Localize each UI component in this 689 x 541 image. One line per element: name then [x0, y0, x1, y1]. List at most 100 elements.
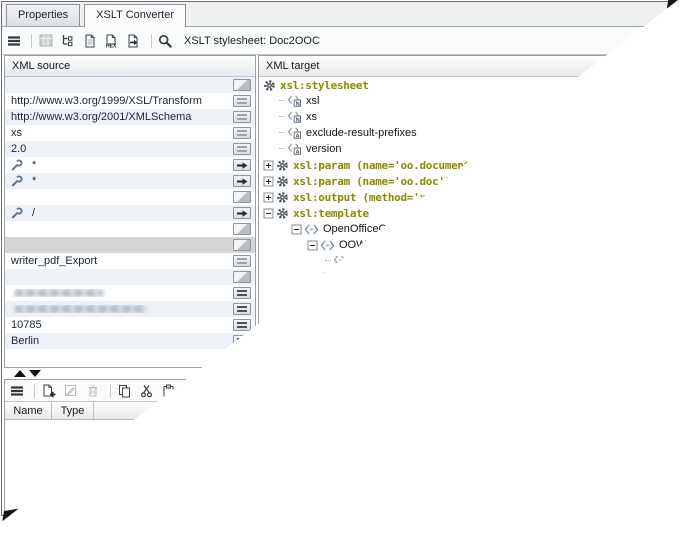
target-tree-row[interactable]: xsl:output (method='xml' encoding='UTF-8…: [259, 189, 670, 205]
target-tree-row[interactable]: xsl:stylesheet: [259, 77, 670, 93]
expander-collapsed-icon[interactable]: [323, 336, 334, 347]
edit-button[interactable]: [63, 382, 82, 400]
document-export-button[interactable]: [126, 32, 145, 50]
document-button[interactable]: [82, 32, 101, 50]
expander-collapsed-icon[interactable]: [263, 176, 274, 187]
tree-button[interactable]: [60, 32, 79, 50]
document-export-button[interactable]: [355, 382, 374, 400]
source-value: *: [5, 175, 229, 187]
mapping-button-equals[interactable]: [233, 287, 251, 299]
mapping-button-arrow[interactable]: [233, 159, 251, 171]
results-tree-row[interactable]: OOWriter (outputFilter='writer_pdf_Expor…: [253, 420, 670, 436]
source-row[interactable]: [5, 189, 255, 205]
target-tree-row[interactable]: InputDocument: [259, 269, 670, 285]
target-tree-row[interactable]: BookmarkReplace (name='PLZ') : 10785: [259, 317, 670, 333]
target-tree-row[interactable]: xsl:param (name='oo.doc'): [259, 173, 670, 189]
vertical-splitter[interactable]: [242, 379, 252, 515]
menu-button[interactable]: [257, 382, 276, 400]
paste-button[interactable]: [161, 382, 180, 400]
source-row[interactable]: Berlin: [5, 333, 255, 349]
source-row[interactable]: *: [5, 173, 255, 189]
target-tree-row[interactable]: Aexclude-result-prefixes: [259, 125, 670, 141]
results-tree-row[interactable]: BookmarkReplace (name='Firma') :: [253, 452, 670, 468]
target-tree-row[interactable]: xsl:template: [259, 205, 670, 221]
source-row[interactable]: http://www.w3.org/2001/XMLSchema: [5, 109, 255, 125]
tab-properties[interactable]: Properties: [6, 4, 80, 26]
search-button[interactable]: [158, 32, 177, 50]
mapping-button-equals[interactable]: [233, 335, 251, 347]
mapping-button-empty[interactable]: [233, 271, 251, 283]
document-button[interactable]: [311, 382, 330, 400]
horizontal-splitter[interactable]: [2, 368, 671, 379]
expander-collapsed-icon[interactable]: [263, 192, 274, 203]
tab-bar: Properties XSLT Converter: [2, 2, 671, 27]
mapping-button-equals[interactable]: [233, 303, 251, 315]
target-tree-row[interactable]: Nxs: [259, 109, 670, 125]
document-hex-button[interactable]: HEX: [333, 382, 352, 400]
expander-collapsed-icon[interactable]: [323, 288, 334, 299]
target-tree-row[interactable]: Aversion: [259, 141, 670, 157]
source-row[interactable]: 2.0: [5, 141, 255, 157]
mapping-button-equals[interactable]: [233, 255, 251, 267]
target-tree-row[interactable]: Nxsl: [259, 93, 670, 109]
source-row[interactable]: [5, 77, 255, 93]
source-row[interactable]: /: [5, 205, 255, 221]
results-tree-row[interactable]: BookmarkReplace (name='Ort') : Berlin: [253, 500, 670, 514]
menu-button[interactable]: [9, 382, 28, 400]
mapping-button-equals[interactable]: [233, 95, 251, 107]
results-tree-row[interactable]: InputDocument: [253, 436, 670, 452]
target-tree-row[interactable]: OOWriter: [259, 237, 670, 253]
mapping-button-empty[interactable]: [233, 223, 251, 235]
expander-expanded-icon[interactable]: [257, 407, 268, 418]
target-tree-row[interactable]: BookmarkReplace (name='Firma') :: [259, 285, 670, 301]
results-tree-row[interactable]: BookmarkReplace (name='PLZ') : 10785: [253, 484, 670, 500]
mapping-button-equals[interactable]: [233, 319, 251, 331]
target-tree-row[interactable]: OpenOfficeConnector: [259, 221, 670, 237]
source-text: /: [32, 207, 35, 219]
source-row[interactable]: http://www.w3.org/1999/XSL/Transform: [5, 93, 255, 109]
source-row[interactable]: [5, 221, 255, 237]
source-row[interactable]: writer_pdf_Export: [5, 253, 255, 269]
mapping-button-equals[interactable]: [233, 111, 251, 123]
source-row[interactable]: *: [5, 157, 255, 173]
search-button[interactable]: [387, 382, 406, 400]
splitter-collapse-up-icon[interactable]: [14, 370, 26, 377]
expander-collapsed-icon[interactable]: [323, 272, 334, 283]
menu-button[interactable]: [6, 32, 25, 50]
cut-button[interactable]: [139, 382, 158, 400]
expander-expanded-icon[interactable]: [272, 423, 283, 434]
mapping-button-arrow[interactable]: [233, 207, 251, 219]
mapping-button-equals[interactable]: [233, 127, 251, 139]
table-button[interactable]: [38, 32, 57, 50]
results-tree-row[interactable]: OpenOfficeConnector: [253, 404, 670, 420]
tab-xslt-converter[interactable]: XSLT Converter: [84, 4, 186, 27]
mapping-button-equals[interactable]: [233, 143, 251, 155]
mapping-button-empty[interactable]: [233, 239, 251, 251]
source-row[interactable]: 10785: [5, 317, 255, 333]
new-document-button[interactable]: [41, 382, 60, 400]
target-tree-row[interactable]: AoutputFilter: [259, 253, 670, 269]
source-row[interactable]: xs: [5, 125, 255, 141]
delete-button[interactable]: [85, 382, 104, 400]
target-tree-row[interactable]: BookmarkReplace (name='Strasse') :: [259, 301, 670, 317]
source-row[interactable]: [5, 237, 255, 253]
expander-collapsed-icon[interactable]: [323, 320, 334, 331]
mapping-button-empty[interactable]: [233, 79, 251, 91]
expander-collapsed-icon[interactable]: [323, 304, 334, 315]
source-row[interactable]: [5, 301, 255, 317]
expander-collapsed-icon[interactable]: [263, 160, 274, 171]
splitter-collapse-down-icon[interactable]: [29, 370, 41, 377]
copy-button[interactable]: [117, 382, 136, 400]
target-tree-row[interactable]: BookmarkReplace (name='Ort') : Berlin: [259, 333, 670, 349]
expander-expanded-icon[interactable]: [291, 224, 302, 235]
expander-expanded-icon[interactable]: [263, 208, 274, 219]
source-row[interactable]: [5, 285, 255, 301]
document-hex-button[interactable]: HEX: [104, 32, 123, 50]
target-tree-row[interactable]: xsl:param (name='oo.document'): [259, 157, 670, 173]
mapping-button-empty[interactable]: [233, 191, 251, 203]
results-tree-row[interactable]: BookmarkReplace (name='Strasse') :: [253, 468, 670, 484]
tree-button[interactable]: [289, 382, 308, 400]
source-row[interactable]: [5, 269, 255, 285]
mapping-button-arrow[interactable]: [233, 175, 251, 187]
expander-expanded-icon[interactable]: [307, 240, 318, 251]
